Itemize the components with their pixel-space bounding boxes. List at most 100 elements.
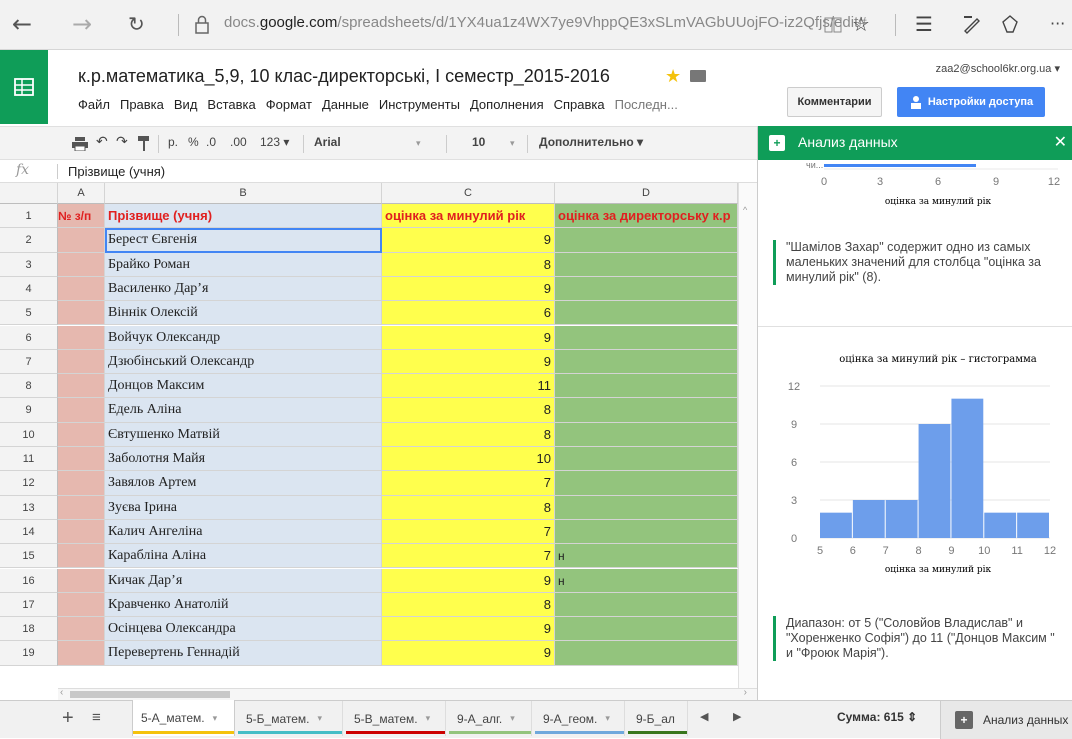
all-sheets-icon[interactable]: ≡ <box>92 709 101 726</box>
row-header[interactable]: 16 <box>0 568 58 593</box>
undo-icon[interactable]: ↶ <box>96 133 108 150</box>
column-header-b[interactable]: B <box>105 183 382 204</box>
column-header-d[interactable]: D <box>555 183 738 204</box>
cell-d[interactable] <box>555 301 738 326</box>
cell-d[interactable] <box>555 374 738 399</box>
font-family-dropdown[interactable]: Arial <box>314 135 341 149</box>
chevron-down-icon[interactable]: ▾ <box>416 138 421 149</box>
cell-d[interactable] <box>555 519 738 545</box>
document-title[interactable]: к.р.математика_5,9, 10 клас-директорські… <box>78 66 610 87</box>
row-header[interactable]: 11 <box>0 447 58 472</box>
cell-c[interactable]: 7 <box>382 471 555 496</box>
row-header[interactable]: 4 <box>0 276 58 302</box>
chevron-down-icon[interactable]: ▾ <box>510 713 515 724</box>
cell-c[interactable]: 7 <box>382 519 555 545</box>
cell-b[interactable]: Калич Ангеліна <box>105 519 382 545</box>
more-toolbar-dropdown[interactable]: Дополнительно ▾ <box>539 135 643 149</box>
menu-tools[interactable]: Инструменты <box>379 97 460 115</box>
menu-view[interactable]: Вид <box>174 97 198 115</box>
row-header[interactable]: 8 <box>0 374 58 399</box>
column-header-a[interactable]: A <box>58 183 105 204</box>
horizontal-scrollbar[interactable]: ‹ › <box>58 687 757 700</box>
sheet-tab[interactable]: 5-А_матем. ▾ <box>132 700 235 736</box>
cell-a[interactable] <box>58 641 105 666</box>
chevron-down-icon[interactable]: ▾ <box>426 713 431 724</box>
add-sheet-icon[interactable]: + <box>62 707 74 730</box>
menu-help[interactable]: Справка <box>554 97 605 115</box>
cell-d[interactable] <box>555 592 738 618</box>
cell-c[interactable]: 9 <box>382 276 555 302</box>
cell-b[interactable]: Заболотня Майя <box>105 447 382 472</box>
cell-a[interactable] <box>58 398 105 423</box>
cell-c[interactable]: 11 <box>382 374 555 399</box>
close-icon[interactable]: ✕ <box>1054 132 1067 152</box>
row-header[interactable]: 15 <box>0 544 58 569</box>
chevron-down-icon[interactable]: ▾ <box>605 713 610 724</box>
chevron-down-icon[interactable]: ▾ <box>213 713 218 724</box>
favorite-star-icon[interactable]: ☆ <box>852 10 870 38</box>
cell-b[interactable]: Василенко Дар’я <box>105 276 382 302</box>
cell-c[interactable]: 9 <box>382 641 555 666</box>
cell-d[interactable] <box>555 349 738 375</box>
cell-a[interactable] <box>58 422 105 447</box>
cell-c[interactable]: 8 <box>382 398 555 423</box>
paint-format-icon[interactable] <box>138 136 150 152</box>
row-header[interactable]: 6 <box>0 325 58 350</box>
folder-icon[interactable] <box>690 70 706 82</box>
chevron-down-icon[interactable]: ▾ <box>318 713 323 724</box>
cell-b[interactable]: Євтушенко Матвій <box>105 422 382 447</box>
cell-a[interactable] <box>58 544 105 569</box>
cell-c[interactable]: 9 <box>382 349 555 375</box>
more-icon[interactable]: ··· <box>1050 10 1065 38</box>
cell-a[interactable] <box>58 617 105 642</box>
hub-menu-icon[interactable]: ☰ <box>915 10 933 38</box>
sheet-tab[interactable]: 9-Б_ал <box>628 701 688 736</box>
cell-d[interactable] <box>555 495 738 520</box>
cell-d[interactable] <box>555 617 738 642</box>
menu-format[interactable]: Формат <box>266 97 312 115</box>
cell-c[interactable]: 7 <box>382 544 555 569</box>
row-header[interactable]: 7 <box>0 349 58 375</box>
cell-a[interactable] <box>58 349 105 375</box>
sheets-logo[interactable] <box>0 50 48 124</box>
horizontal-scroll-thumb[interactable] <box>70 691 230 698</box>
menu-edit[interactable]: Правка <box>120 97 164 115</box>
cell-c[interactable]: 9 <box>382 325 555 350</box>
sheet-tab[interactable]: 5-В_матем. ▾ <box>346 701 446 736</box>
cell-a[interactable] <box>58 519 105 545</box>
user-account[interactable]: zaa2@school6kr.org.ua ▾ <box>936 62 1060 75</box>
cell-b[interactable]: Брайко Роман <box>105 252 382 277</box>
cell-c[interactable]: 9 <box>382 568 555 593</box>
cell-c[interactable]: 9 <box>382 617 555 642</box>
menu-data[interactable]: Данные <box>322 97 369 115</box>
cell-b[interactable]: Берест Євгенія <box>105 228 382 253</box>
cell-d[interactable] <box>555 422 738 447</box>
select-all-corner[interactable] <box>0 183 58 204</box>
cell-b[interactable]: Дзюбінський Олександр <box>105 349 382 375</box>
tabs-scroll-right-icon[interactable]: ▶ <box>733 710 741 723</box>
reading-view-icon[interactable] <box>824 17 842 33</box>
cell-d[interactable] <box>555 228 738 253</box>
cell-b[interactable]: Донцов Максим <box>105 374 382 399</box>
row-header[interactable]: 17 <box>0 592 58 618</box>
cell-c[interactable]: 8 <box>382 422 555 447</box>
cell-b[interactable]: Прізвище (учня) <box>105 204 382 229</box>
cell-a[interactable] <box>58 228 105 253</box>
cell-c[interactable]: 8 <box>382 592 555 618</box>
cell-d[interactable]: н <box>555 568 738 593</box>
cell-d[interactable] <box>555 276 738 302</box>
cell-b[interactable]: Кравченко Анатолій <box>105 592 382 618</box>
cell-c[interactable]: оцінка за минулий рік <box>382 204 555 229</box>
row-header[interactable]: 2 <box>0 228 58 253</box>
sheet-tab[interactable]: 5-Б_матем. ▾ <box>238 701 343 736</box>
cell-d[interactable] <box>555 398 738 423</box>
sheet-tab[interactable]: 9-А_алг. ▾ <box>449 701 532 736</box>
cell-a[interactable]: № з/п <box>58 204 105 229</box>
row-header[interactable]: 18 <box>0 617 58 642</box>
address-bar[interactable]: docs.google.com/spreadsheets/d/1YX4ua1z4… <box>224 14 867 31</box>
cell-c[interactable]: 6 <box>382 301 555 326</box>
percent-format-button[interactable]: % <box>188 135 199 149</box>
cell-a[interactable] <box>58 276 105 302</box>
cell-a[interactable] <box>58 592 105 618</box>
row-header[interactable]: 19 <box>0 641 58 666</box>
